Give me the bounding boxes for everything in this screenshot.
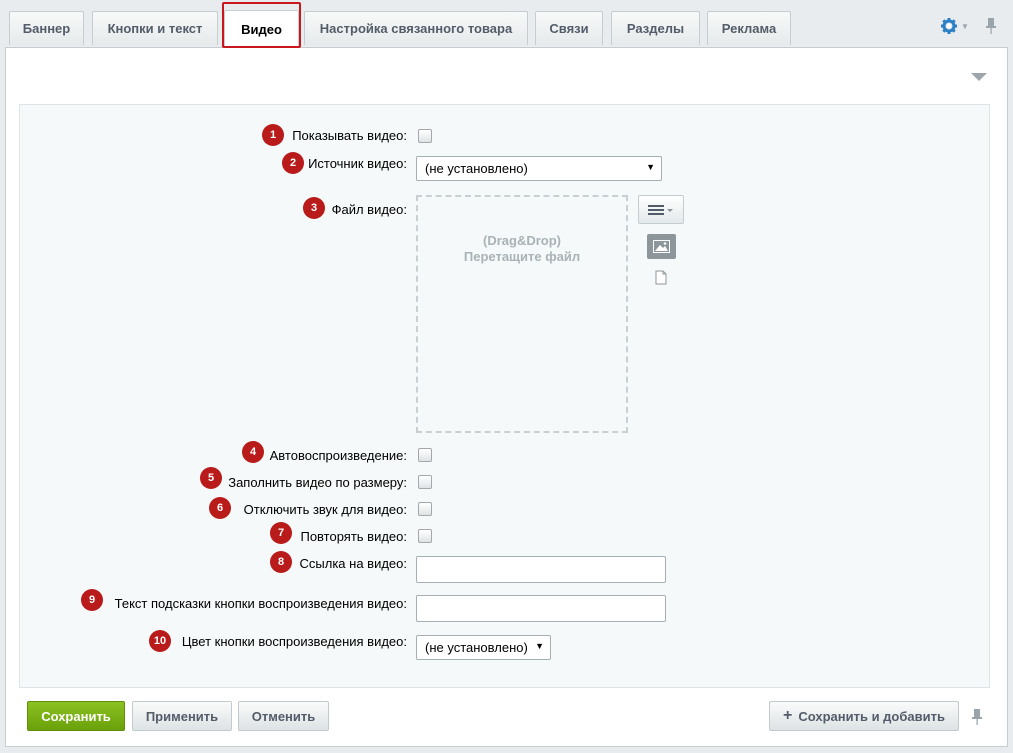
step-badge: 3	[303, 197, 325, 219]
tab-ads[interactable]: Реклама	[707, 11, 791, 45]
save-and-add-button[interactable]: + Сохранить и добавить	[769, 701, 959, 731]
save-button[interactable]: Сохранить	[27, 701, 125, 731]
step-badge: 4	[242, 441, 264, 463]
step-badge: 6	[209, 497, 231, 519]
dropzone-hint-dragdrop: (Drag&Drop)	[483, 233, 561, 248]
step-badge: 2	[282, 152, 304, 174]
loop-checkbox[interactable]	[418, 529, 432, 543]
play-color-value: (не установлено)	[425, 640, 528, 655]
cancel-button[interactable]: Отменить	[238, 701, 329, 731]
document-icon[interactable]	[655, 270, 667, 285]
autoplay-label: Автовоспроизведение:	[269, 448, 407, 463]
step-badge: 10	[149, 630, 171, 652]
apply-button[interactable]: Применить	[132, 701, 232, 731]
video-source-select[interactable]: (не установлено) ▼	[416, 156, 662, 181]
dropzone-hint-drag-file: Перетащите файл	[463, 249, 581, 264]
play-hint-input[interactable]	[416, 595, 666, 622]
gear-icon[interactable]	[941, 18, 957, 34]
video-file-label: Файл видео:	[331, 202, 407, 217]
chevron-down-icon: ▼	[646, 162, 655, 172]
chevron-down-icon: ▼	[535, 641, 544, 651]
show-video-label: Показывать видео:	[292, 128, 407, 143]
image-upload-button[interactable]	[647, 234, 676, 259]
mute-checkbox[interactable]	[418, 502, 432, 516]
pin-icon[interactable]	[971, 708, 983, 726]
play-color-label: Цвет кнопки воспроизведения видео:	[181, 634, 407, 649]
autoplay-checkbox[interactable]	[418, 448, 432, 462]
image-icon	[653, 240, 670, 253]
file-menu-button[interactable]	[638, 195, 684, 224]
video-link-label: Ссылка на видео:	[299, 556, 407, 571]
tab-video[interactable]: Видео	[224, 10, 299, 47]
step-badge: 8	[270, 551, 292, 573]
video-settings-form: 1 Показывать видео: 2 Источник видео: (н…	[19, 104, 990, 688]
play-color-select[interactable]: (не установлено) ▼	[416, 635, 551, 660]
step-badge: 1	[262, 124, 284, 146]
tab-buttons-text[interactable]: Кнопки и текст	[92, 11, 218, 45]
save-and-add-label: Сохранить и добавить	[798, 708, 945, 724]
step-badge: 7	[270, 522, 292, 544]
play-hint-label: Текст подсказки кнопки воспроизведения в…	[114, 596, 407, 611]
fill-video-checkbox[interactable]	[418, 475, 432, 489]
video-source-label: Источник видео:	[308, 156, 407, 171]
plus-icon: +	[783, 707, 793, 724]
mute-label: Отключить звук для видео:	[243, 502, 407, 517]
video-link-input[interactable]	[416, 556, 666, 583]
main-panel: 1 Показывать видео: 2 Источник видео: (н…	[5, 47, 1008, 747]
show-video-checkbox[interactable]	[418, 129, 432, 143]
step-badge: 9	[81, 589, 103, 611]
video-source-value: (не установлено)	[425, 161, 528, 176]
tab-sections[interactable]: Разделы	[611, 11, 700, 45]
triangle-down-icon[interactable]	[971, 73, 987, 81]
chevron-down-icon[interactable]: ▼	[961, 22, 969, 31]
fill-video-label: Заполнить видео по размеру:	[228, 475, 407, 490]
tab-bar: Баннер Кнопки и текст Видео Настройка св…	[0, 0, 1013, 48]
file-dropzone[interactable]: (Drag&Drop) Перетащите файл	[416, 195, 628, 433]
loop-label: Повторять видео:	[300, 529, 407, 544]
tab-links[interactable]: Связи	[535, 11, 603, 45]
menu-icon	[648, 204, 673, 215]
pin-icon[interactable]	[985, 17, 997, 35]
tab-banner[interactable]: Баннер	[9, 11, 84, 45]
tab-related-product[interactable]: Настройка связанного товара	[304, 11, 528, 45]
step-badge: 5	[200, 467, 222, 489]
